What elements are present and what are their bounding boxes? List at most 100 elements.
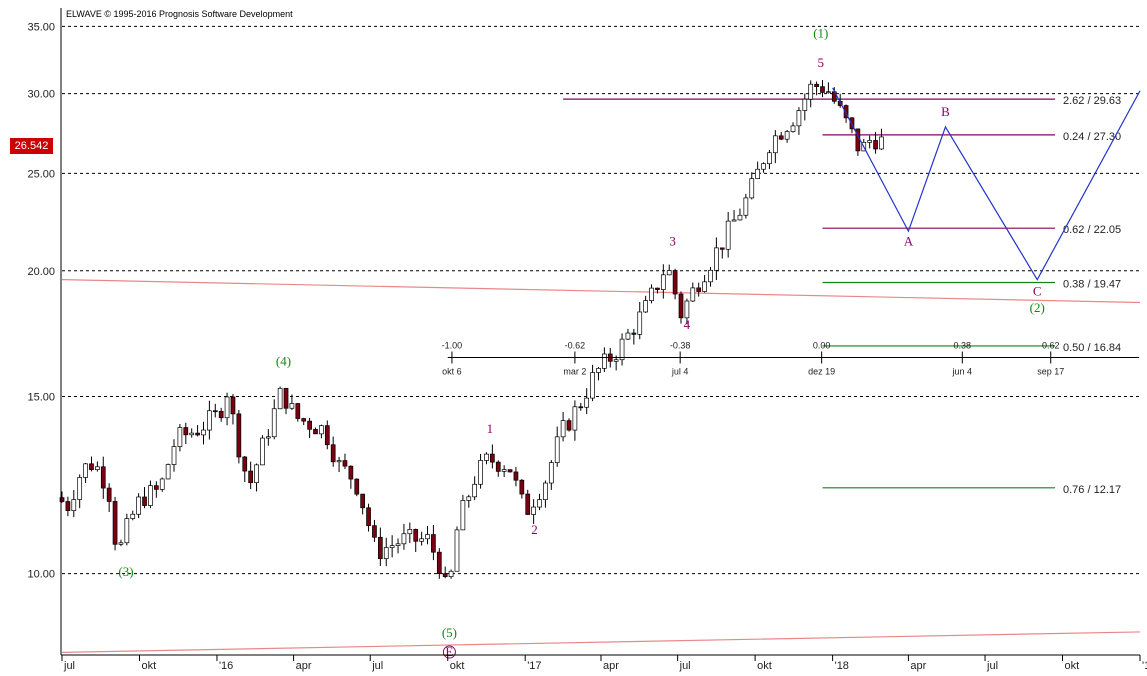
candle-body bbox=[124, 518, 130, 544]
channel-line bbox=[61, 631, 1141, 653]
time-ratio-value: 0.62 bbox=[1042, 340, 1060, 350]
candle-body bbox=[260, 437, 265, 466]
candle-body bbox=[265, 436, 271, 439]
candle-body bbox=[71, 499, 77, 511]
candle-body bbox=[660, 274, 666, 290]
candle-body bbox=[65, 501, 71, 511]
candle-body bbox=[165, 464, 171, 480]
candle-body bbox=[784, 131, 790, 140]
candle-body bbox=[236, 413, 242, 458]
x-tick-label: '17 bbox=[527, 660, 541, 672]
candle-body bbox=[513, 471, 519, 481]
candle-body bbox=[631, 332, 637, 335]
candle-body bbox=[602, 353, 607, 369]
candle-body bbox=[672, 270, 678, 295]
candle-body bbox=[678, 293, 684, 319]
elwave-chart: 2.62 / 29.630.24 / 27.300.62 / 22.050.38… bbox=[27, 8, 1147, 672]
y-tick-label: 35.00 bbox=[27, 21, 55, 33]
candle-body bbox=[366, 507, 371, 526]
candle-body bbox=[319, 425, 324, 435]
candle-body bbox=[543, 482, 548, 500]
candle-body bbox=[389, 545, 395, 548]
candle-body bbox=[118, 542, 124, 545]
candle-body bbox=[360, 493, 366, 509]
y-tick-label: 15.00 bbox=[27, 391, 55, 403]
candle-body bbox=[572, 406, 578, 431]
x-tick-label: okt bbox=[757, 660, 772, 672]
candle-body bbox=[590, 372, 595, 399]
wave-label: B bbox=[941, 104, 950, 119]
candle-body bbox=[507, 469, 513, 473]
gridlines bbox=[62, 25, 1140, 575]
y-tick-label: 10.00 bbox=[27, 569, 55, 581]
candle-body bbox=[224, 396, 230, 419]
candle-body bbox=[820, 86, 825, 93]
candle-body bbox=[684, 300, 690, 319]
candle-body bbox=[790, 125, 796, 132]
candle-body bbox=[690, 287, 696, 302]
wave-label: E bbox=[445, 644, 453, 659]
x-tick-label: apr bbox=[603, 660, 619, 672]
candle-body bbox=[460, 500, 466, 531]
wave-label: A bbox=[904, 233, 914, 248]
x-tick-label: '18 bbox=[835, 660, 849, 672]
candle-body bbox=[136, 496, 141, 515]
candle-body bbox=[277, 387, 283, 410]
candle-body bbox=[442, 573, 448, 577]
candle-body bbox=[195, 432, 200, 436]
candle-body bbox=[177, 427, 183, 447]
candle-body bbox=[212, 410, 218, 413]
candle-body bbox=[289, 403, 295, 409]
candle-body bbox=[772, 135, 778, 154]
wave-label: 1 bbox=[487, 421, 494, 436]
x-tick-label: '16 bbox=[219, 660, 233, 672]
candle-body bbox=[413, 529, 419, 542]
x-tick-label: jul bbox=[63, 660, 75, 672]
candle-body bbox=[478, 460, 483, 485]
x-tick-label: apr bbox=[910, 660, 926, 672]
candle-body bbox=[330, 444, 336, 463]
candle-body bbox=[171, 446, 177, 465]
candle-body bbox=[560, 420, 566, 438]
x-tick-label: jul bbox=[679, 660, 691, 672]
candle-body bbox=[472, 483, 478, 498]
y-tick-label: 20.00 bbox=[27, 266, 55, 278]
candle-body bbox=[643, 300, 648, 313]
candle-body bbox=[159, 478, 165, 490]
fib-level-label: 0.62 / 22.05 bbox=[1063, 224, 1121, 236]
candle-body bbox=[796, 110, 802, 127]
candle-body bbox=[407, 529, 413, 535]
candle-body bbox=[755, 168, 760, 179]
time-ratio-value: -0.62 bbox=[565, 340, 586, 350]
candle-body bbox=[531, 506, 536, 515]
candle-body bbox=[89, 463, 94, 470]
axes: 35.0030.0025.0020.0015.0010.00jul okt '16 a… bbox=[27, 8, 1147, 672]
x-tick-label: jul bbox=[986, 660, 998, 672]
candle-body bbox=[749, 178, 755, 199]
candle-body bbox=[83, 463, 88, 478]
channel-lines bbox=[61, 279, 1141, 653]
candle-body bbox=[702, 281, 707, 292]
wave-label: (3) bbox=[118, 564, 133, 579]
candle-body bbox=[808, 83, 814, 100]
wave-label: (1) bbox=[813, 26, 828, 41]
candle-body bbox=[714, 247, 719, 271]
candle-body bbox=[725, 220, 731, 250]
candle-body bbox=[395, 543, 401, 547]
candle-body bbox=[708, 269, 713, 283]
time-ratio-date: okt 6 bbox=[442, 366, 462, 376]
time-ratio-date: mar 2 bbox=[563, 366, 586, 376]
candle-body bbox=[201, 429, 206, 436]
candle-body bbox=[342, 460, 348, 467]
wave-label: (4) bbox=[276, 354, 291, 369]
candle-body bbox=[525, 493, 531, 515]
candle-body bbox=[431, 534, 436, 553]
wave-label: (2) bbox=[1030, 300, 1045, 315]
candle-body bbox=[490, 453, 495, 463]
time-ratio-date: jul 4 bbox=[671, 366, 689, 376]
candle-body bbox=[372, 525, 377, 538]
fib-level-label: 0.76 / 12.17 bbox=[1063, 484, 1121, 496]
candle-body bbox=[554, 436, 560, 463]
candle-body bbox=[307, 420, 312, 430]
candle-body bbox=[814, 83, 819, 87]
